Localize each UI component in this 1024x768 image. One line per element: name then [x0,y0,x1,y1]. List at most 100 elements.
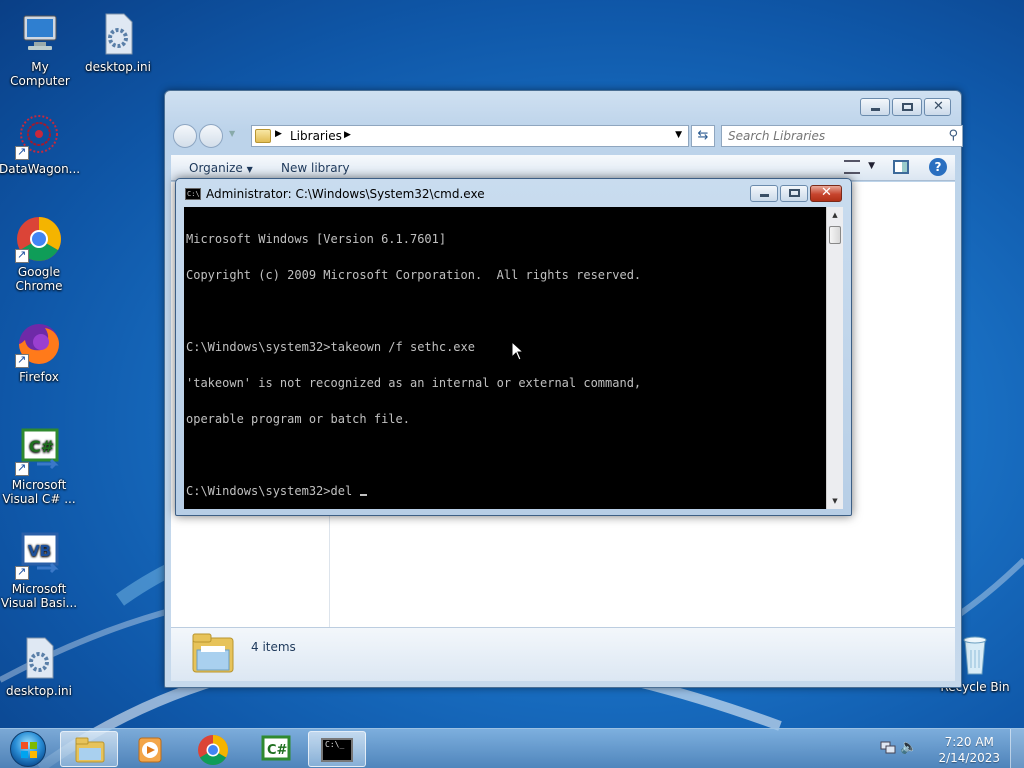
minimize-icon [760,194,769,197]
maximize-button[interactable] [892,98,922,116]
start-button[interactable] [4,729,52,768]
preview-pane-icon[interactable] [893,160,909,174]
desktop-icon-visual-csharp[interactable]: C# Microsoft Visual C# ... [0,428,79,506]
console-line: 'takeown' is not recognized as an intern… [186,376,642,390]
console-line: operable program or batch file. [186,412,410,426]
minimize-icon [871,108,880,111]
desktop-icon-label: Microsoft Visual C# ... [2,478,76,506]
view-options-chevron-icon[interactable]: ▼ [868,161,875,171]
address-dropdown-icon[interactable]: ▼ [675,130,682,140]
back-button[interactable] [173,124,197,148]
windows-logo-icon [10,731,46,767]
desktop-icon-label: Firefox [19,370,59,384]
desktop-icon-google-chrome[interactable]: Google Chrome [0,215,79,293]
cmd-minimize-button[interactable] [750,185,778,202]
libraries-large-icon [191,632,235,674]
cmd-close-button[interactable]: ✕ [810,185,842,202]
help-icon[interactable]: ? [929,158,947,176]
taskbar-visual-csharp-button[interactable]: C# [246,731,304,767]
forward-button[interactable] [199,124,223,148]
scrollbar-thumb[interactable] [829,226,841,244]
organize-button[interactable]: Organize ▼ [189,161,253,175]
text-cursor [360,494,368,496]
close-icon: ✕ [821,185,832,200]
media-player-icon [137,736,165,767]
show-desktop-button[interactable] [1010,729,1024,768]
scroll-up-icon[interactable]: ▲ [827,207,843,223]
console-line: Copyright (c) 2009 Microsoft Corporation… [186,268,642,282]
address-row: ▼ ▶ Libraries ▶ ▼ ⇆ ⚲ [173,124,963,148]
console-prompt-line[interactable]: C:\Windows\system32>del [186,485,826,497]
item-count: 4 items [251,640,296,654]
maximize-icon [789,189,800,197]
network-icon[interactable] [880,741,896,755]
desktop-icon-desktop-ini-2[interactable]: desktop.ini [0,634,79,698]
volume-icon[interactable]: 🔈 [900,739,917,755]
chrome-icon [197,734,229,768]
desktop-icon-label: My Computer [10,60,70,88]
chevron-down-icon: ▼ [246,165,253,174]
explorer-window-controls: ✕ [860,98,951,116]
console-output[interactable]: Microsoft Windows [Version 6.1.7601] Cop… [184,207,826,509]
desktop-icon-my-computer[interactable]: My Computer [0,10,80,88]
desktop-icon-label: desktop.ini [6,684,72,698]
desktop-icon-firefox[interactable]: Firefox [0,320,79,384]
desktop-icon-desktop-ini[interactable]: desktop.ini [78,10,158,74]
new-library-button[interactable]: New library [281,161,350,175]
taskbar-cmd-button[interactable]: C:\_ [308,731,366,767]
cmd-window-title: Administrator: C:\Windows\System32\cmd.e… [206,187,485,201]
cmd-maximize-button[interactable] [780,185,808,202]
close-icon: ✕ [933,99,944,114]
console-current-input: C:\Windows\system32>del [186,484,360,498]
shortcut-arrow-icon [15,248,29,263]
clock-time: 7:20 AM [944,735,994,749]
firefox-icon [15,320,63,368]
vb-icon: VB [15,532,63,580]
taskbar-media-player-button[interactable] [122,731,180,767]
desktop-icon-visual-basic[interactable]: VB Microsoft Visual Basi... [0,532,79,610]
cmd-icon-text: C:\_ [325,740,345,749]
taskbar-explorer-button[interactable] [60,731,118,767]
refresh-icon: ⇆ [697,128,709,143]
refresh-button[interactable]: ⇆ [691,125,715,147]
console-line: Microsoft Windows [Version 6.1.7601] [186,232,447,246]
search-icon: ⚲ [948,128,958,143]
mouse-pointer-icon [511,341,525,361]
settings-file-icon [15,634,63,682]
breadcrumb-separator-icon: ▶ [344,130,351,140]
shortcut-arrow-icon [15,353,29,368]
change-view-icon[interactable] [844,160,860,174]
close-button[interactable]: ✕ [924,98,951,116]
cmd-window-controls: ✕ [750,185,842,202]
breadcrumb-separator-icon: ▶ [275,129,282,139]
search-input[interactable] [728,127,938,145]
svg-text:C#: C# [29,437,54,456]
scroll-down-icon[interactable]: ▼ [827,493,843,509]
svg-text:C#: C# [267,743,288,758]
csharp-icon: C# [15,428,63,476]
shortcut-arrow-icon [15,461,29,476]
cmd-window-icon: C:\ [185,188,201,200]
chrome-icon [15,215,63,263]
shortcut-arrow-icon [15,565,29,580]
taskbar-chrome-button[interactable] [184,731,242,767]
maximize-icon [902,103,913,111]
organize-label: Organize [189,161,243,175]
recent-pages-chevron-icon[interactable]: ▼ [229,129,235,138]
desktop-icon-label: DataWagon... [0,162,81,176]
console-scrollbar[interactable]: ▲ ▼ [826,207,843,509]
breadcrumb-libraries[interactable]: Libraries [290,129,342,143]
taskbar: C# C:\_ 🔈 7:20 AM 2/14/2023 [0,728,1024,768]
desktop-icon-datawagon[interactable]: DataWagon... [0,112,81,176]
minimize-button[interactable] [860,98,890,116]
desktop-icon-label: Google Chrome [15,265,63,293]
cmd-icon: C:\_ [321,738,353,762]
explorer-folder-icon [75,736,105,767]
svg-text:VB: VB [28,542,51,560]
clock[interactable]: 7:20 AM 2/14/2023 [938,734,1000,766]
settings-file-icon [94,10,142,58]
search-box[interactable]: ⚲ [721,125,963,147]
address-bar[interactable]: ▶ Libraries ▶ ▼ [251,125,689,147]
